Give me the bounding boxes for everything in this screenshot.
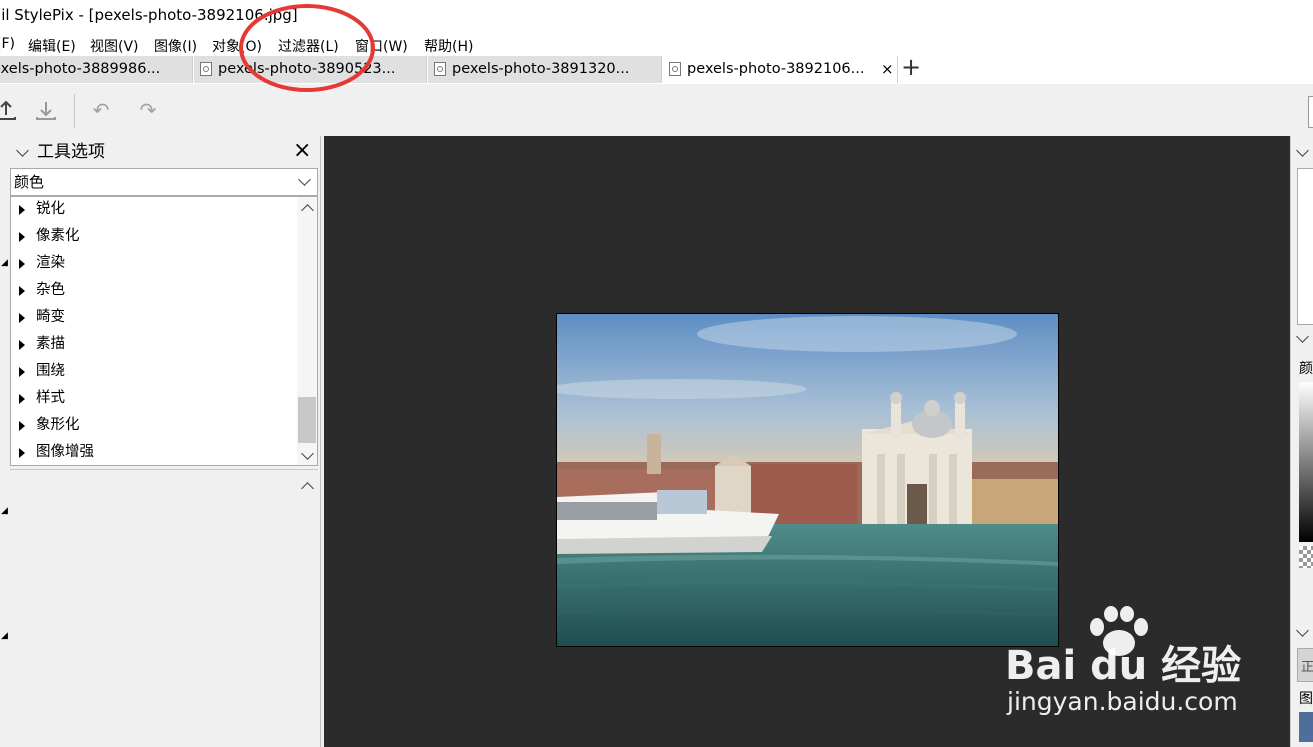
list-item-surround[interactable]: 围绕 [11, 358, 295, 385]
expand-arrow-icon [19, 394, 25, 404]
scroll-up-icon[interactable] [301, 204, 314, 217]
menu-edit[interactable]: 编辑(E) [28, 36, 76, 56]
expand-arrow-icon [19, 205, 25, 215]
title-bar: ail StylePix - [pexels-photo-3892106.jpg… [0, 0, 1313, 32]
image-file-icon [669, 62, 681, 76]
export-button[interactable] [0, 94, 22, 126]
collapse-chevron-icon[interactable] [16, 144, 29, 157]
panel-title: 工具选项 [37, 142, 105, 162]
document-tabs: exels-photo-3889986... pexels-photo-3890… [0, 53, 1313, 84]
tool-marker: ◢ [1, 258, 8, 268]
list-item-render[interactable]: 渲染 [11, 250, 295, 277]
menu-view[interactable]: 视图(V) [90, 36, 139, 56]
menu-bar: (F) 编辑(E) 视图(V) 图像(I) 对象(O) 过滤器(L) 窗口(W)… [0, 32, 1313, 56]
canvas-photo-venice[interactable] [556, 313, 1059, 647]
list-item-sharpen[interactable]: 锐化 [11, 197, 295, 223]
filter-category-dropdown[interactable]: 颜色 [10, 168, 318, 196]
menu-image[interactable]: 图像(I) [154, 36, 197, 56]
list-item-pixelate[interactable]: 像素化 [11, 223, 295, 250]
menu-help[interactable]: 帮助(H) [424, 36, 473, 56]
tab-label: pexels-photo-3891320... [452, 61, 630, 77]
chevron-down-icon [298, 173, 311, 186]
import-button[interactable] [30, 94, 62, 126]
filter-list: 锐化 像素化 渲染 杂色 畸变 素描 围绕 样式 象形化 图像增强 [10, 196, 318, 466]
menu-file[interactable]: (F) [0, 36, 15, 52]
tool-marker: ◢ [1, 631, 8, 641]
upload-icon [0, 100, 16, 120]
toolbar: ↶ ↷ [0, 88, 1313, 134]
category-value: 颜色 [14, 173, 45, 191]
image-file-icon [434, 62, 446, 76]
image-panel-label: 图 [1299, 691, 1313, 707]
scroll-thumb[interactable] [298, 397, 316, 443]
photo-image [557, 314, 1058, 646]
panel-divider [10, 469, 318, 470]
image-file-icon [200, 62, 212, 76]
mode-button[interactable]: 正 [1297, 648, 1313, 682]
download-icon [36, 102, 56, 120]
undo-button[interactable]: ↶ [85, 94, 117, 126]
expand-arrow-icon [19, 421, 25, 431]
tool-options-panel: 工具选项 × 颜色 锐化 像素化 渲染 杂色 畸变 素描 围绕 样式 象形化 图… [10, 136, 321, 747]
list-item-distort[interactable]: 畸变 [11, 304, 295, 331]
toolbar-overflow[interactable] [1308, 96, 1313, 128]
watermark-brand: Bai du 经验 [1005, 643, 1242, 689]
highlight-circle-annotation [239, 4, 375, 92]
tool-marker: ◢ [1, 506, 8, 516]
baidu-watermark: Bai du 经验 jingyan.baidu.com [1005, 605, 1255, 725]
tab-label: exels-photo-3889986... [0, 61, 161, 77]
color-panel-label: 颜 [1299, 361, 1313, 377]
expand-up-icon[interactable] [301, 482, 314, 495]
panel-header: 工具选项 × [10, 138, 318, 166]
expand-arrow-icon [19, 232, 25, 242]
list-item-pictograph[interactable]: 象形化 [11, 412, 295, 439]
list-item-enhance[interactable]: 图像增强 [11, 439, 295, 465]
expand-arrow-icon [19, 367, 25, 377]
tab-close-button[interactable]: × [881, 56, 894, 83]
list-item-style[interactable]: 样式 [11, 385, 295, 412]
panel-close-button[interactable]: × [293, 137, 311, 165]
tab-document-1[interactable]: exels-photo-3889986... [0, 56, 193, 83]
list-item-sketch[interactable]: 素描 [11, 331, 295, 358]
tab-document-3[interactable]: pexels-photo-3891320... [428, 56, 662, 83]
pencil-tool-icon[interactable] [1299, 712, 1313, 742]
transparency-swatch[interactable] [1299, 546, 1313, 568]
expand-arrow-icon [19, 340, 25, 350]
tab-document-4-active[interactable]: pexels-photo-3892106... × [663, 56, 898, 83]
tab-label: pexels-photo-3892106... [687, 61, 865, 77]
collapse-chevron-icon[interactable] [1296, 330, 1309, 343]
color-gradient-slider[interactable] [1299, 382, 1313, 542]
right-panel-strip: 颜 正 图 [1290, 136, 1313, 747]
panel-preview [1297, 168, 1313, 325]
expand-arrow-icon [19, 448, 25, 458]
expand-arrow-icon [19, 313, 25, 323]
toolbar-divider [74, 94, 75, 128]
scroll-down-icon[interactable] [301, 447, 314, 460]
list-scrollbar[interactable] [297, 197, 317, 465]
collapse-chevron-icon[interactable] [1296, 144, 1309, 157]
list-item-noise[interactable]: 杂色 [11, 277, 295, 304]
new-tab-button[interactable]: + [901, 53, 921, 81]
collapse-chevron-icon[interactable] [1296, 624, 1309, 637]
expand-arrow-icon [19, 259, 25, 269]
watermark-url: jingyan.baidu.com [1007, 687, 1238, 716]
expand-arrow-icon [19, 286, 25, 296]
redo-button[interactable]: ↷ [132, 94, 164, 126]
